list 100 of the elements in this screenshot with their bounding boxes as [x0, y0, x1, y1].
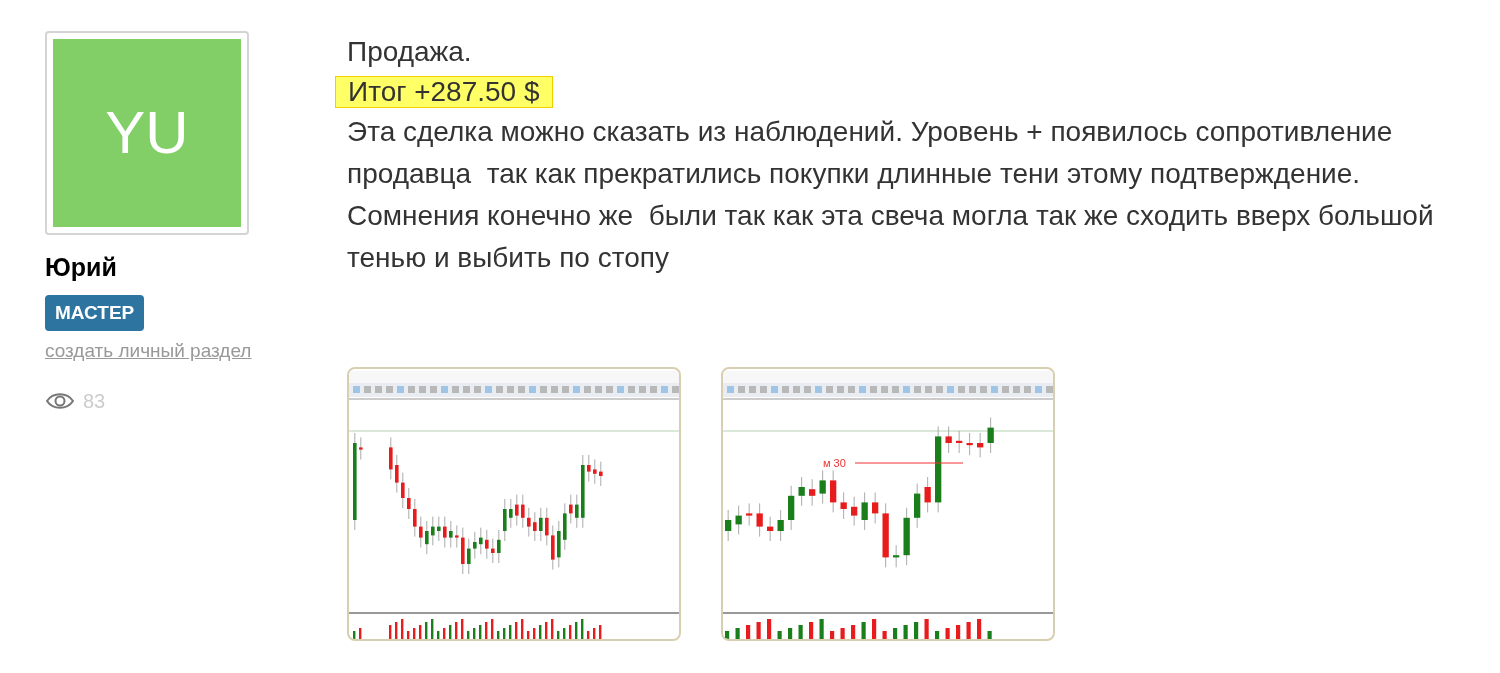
- candlestick: [359, 436, 363, 461]
- volume-bar: [872, 619, 877, 639]
- candlestick: [798, 476, 805, 507]
- candlestick: [461, 527, 465, 575]
- candlestick: [425, 520, 429, 555]
- candlestick: [437, 516, 441, 542]
- volume-bar: [491, 619, 494, 639]
- create-section-link[interactable]: создать личный раздел: [45, 337, 252, 366]
- candlestick: [551, 524, 555, 571]
- volume-bar: [467, 631, 470, 639]
- candlestick: [455, 524, 459, 549]
- volume-bar: [966, 622, 971, 639]
- candlestick: [851, 496, 858, 527]
- candlestick: [389, 436, 393, 480]
- candlestick: [746, 502, 753, 527]
- volume-bar: [401, 619, 404, 639]
- volume-bar: [945, 628, 950, 639]
- volume-bar: [903, 625, 908, 639]
- candlestick: [407, 487, 411, 520]
- volume-bar: [509, 625, 512, 639]
- candlestick: [756, 502, 763, 538]
- volume-bar: [479, 625, 482, 639]
- candlestick: [413, 498, 417, 538]
- chart-thumbnail[interactable]: [347, 367, 681, 641]
- candlestick: [563, 502, 567, 551]
- volume-bar: [413, 628, 416, 639]
- candlestick: [861, 491, 868, 531]
- candlestick: [819, 469, 826, 505]
- volume-bar: [977, 619, 982, 639]
- candlestick: [725, 509, 732, 542]
- volume-bar: [882, 631, 887, 639]
- volume-bar: [443, 628, 446, 639]
- candlestick: [987, 417, 994, 454]
- candlestick: [809, 478, 816, 507]
- volume-bar: [521, 619, 524, 639]
- candlestick: [893, 544, 900, 568]
- chart-label: м 30: [823, 457, 846, 469]
- volume-bar: [987, 631, 992, 639]
- candlestick: [767, 516, 774, 542]
- candlestick: [599, 461, 603, 487]
- volume-bar: [914, 622, 919, 639]
- candlestick: [924, 476, 931, 513]
- volume-bar: [851, 625, 856, 639]
- post-title: Продажа.: [347, 35, 472, 69]
- volume-bar: [788, 628, 793, 639]
- candlestick: [545, 507, 549, 546]
- volume-bar: [431, 619, 434, 639]
- candlestick: [533, 511, 537, 542]
- volume-bar: [756, 622, 761, 639]
- volume-bar: [777, 631, 782, 639]
- candlestick: [419, 516, 423, 549]
- volume-bar: [767, 619, 772, 639]
- volume-bar: [359, 628, 362, 639]
- candlestick: [491, 538, 495, 564]
- volume-bar: [539, 625, 542, 639]
- volume-bar: [497, 631, 500, 639]
- volume-bar: [485, 622, 488, 639]
- volume-bar: [819, 619, 824, 639]
- volume-bar: [725, 631, 730, 639]
- eye-icon: [45, 390, 75, 411]
- candlestick: [485, 529, 489, 560]
- volume-bar: [956, 625, 961, 639]
- volume-bar: [861, 622, 866, 639]
- author-name[interactable]: Юрий: [45, 249, 117, 287]
- candlestick: [395, 454, 399, 494]
- volume-bar: [545, 622, 548, 639]
- candlestick: [527, 507, 531, 538]
- candlestick: [945, 425, 952, 454]
- volume-bar: [455, 622, 458, 639]
- candlestick: [521, 494, 525, 529]
- volume-bar: [798, 625, 803, 639]
- candlestick: [431, 516, 435, 546]
- volume-bar: [449, 625, 452, 639]
- volume-bar: [569, 625, 572, 639]
- volume-bar: [437, 631, 440, 639]
- candlestick: [735, 505, 742, 535]
- candlestick: [449, 520, 453, 549]
- candlestick: [509, 498, 513, 529]
- volume-bar: [840, 628, 845, 639]
- volume-bar: [557, 631, 560, 639]
- volume-bar: [563, 628, 566, 639]
- candlestick: [840, 491, 847, 520]
- candlestick: [872, 491, 879, 524]
- volume-bar: [353, 631, 356, 639]
- volume-bar: [746, 625, 751, 639]
- result-text: Итог +287.50 $: [335, 76, 553, 108]
- volume-bar: [893, 628, 898, 639]
- volume-bar: [551, 619, 554, 639]
- chart-thumbnail[interactable]: м 30: [721, 367, 1055, 641]
- volume-bar: [735, 628, 740, 639]
- volume-bar: [599, 625, 602, 639]
- volume-bar: [473, 628, 476, 639]
- candlestick: [443, 516, 447, 549]
- candlestick: [903, 507, 910, 566]
- volume-bar: [935, 631, 940, 639]
- volume-bar: [527, 631, 530, 639]
- volume-bar: [587, 631, 590, 639]
- candlestick: [515, 494, 519, 527]
- candlestick: [587, 454, 591, 483]
- volume-bar: [924, 619, 929, 639]
